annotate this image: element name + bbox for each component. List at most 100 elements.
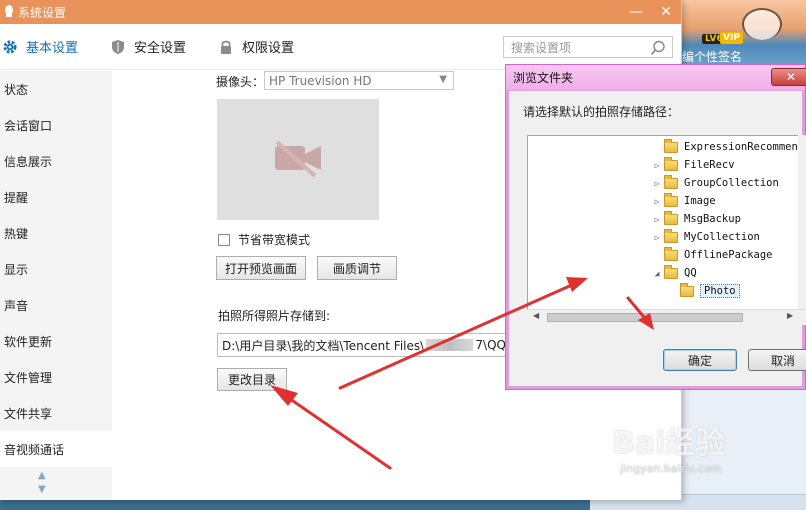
tab-basic-settings[interactable]: 基本设置 xyxy=(2,37,78,56)
watermark: Bai经验 jingyan.baidu.com xyxy=(612,418,725,475)
folder-icon xyxy=(664,264,678,279)
open-preview-button[interactable]: 打开预览画面 xyxy=(216,256,306,280)
chevron-down-icon: ▼ xyxy=(439,74,447,85)
browse-folder-dialog: 浏览文件夹 ✕ 请选择默认的拍照存储路径： ExpressionRecommen… xyxy=(505,64,806,390)
close-button[interactable]: ✕ xyxy=(651,0,681,24)
tree-item[interactable]: ◢ QQ xyxy=(652,264,697,282)
tree-item-label: GroupCollection xyxy=(684,177,779,189)
camera-select[interactable]: HP Truevision HD ▼ xyxy=(264,71,454,90)
sidebar-item-file-sharing[interactable]: 文件共享 xyxy=(0,395,112,431)
tree-item-label: MyCollection xyxy=(684,231,760,243)
tree-item[interactable]: ▷ MsgBackup xyxy=(652,210,741,228)
folder-icon xyxy=(664,174,678,189)
window-title: 系统设置 xyxy=(18,5,67,20)
tree-item[interactable]: ▷ Image xyxy=(652,192,716,210)
scrollbar-thumb[interactable] xyxy=(547,313,743,322)
ok-button[interactable]: 确定 xyxy=(663,349,737,371)
expander-icon[interactable]: ▷ xyxy=(652,233,662,242)
sidebar-item-sound[interactable]: 声音 xyxy=(0,287,112,323)
camera-select-value: HP Truevision HD xyxy=(269,73,372,88)
change-directory-button[interactable]: 更改目录 xyxy=(217,368,287,391)
tree-item[interactable]: ▷ GroupCollection xyxy=(652,174,779,192)
dialog-close-button[interactable]: ✕ xyxy=(771,68,806,86)
tab-label: 权限设置 xyxy=(242,41,295,56)
tree-item-label: FileRecv xyxy=(684,159,735,171)
sidebar-item-display[interactable]: 显示 xyxy=(0,251,112,287)
camera-off-icon xyxy=(271,138,325,181)
tree-item[interactable]: OfflinePackage xyxy=(652,246,773,264)
expander-icon[interactable]: ▷ xyxy=(652,179,662,188)
photo-path-suffix: 7\QQ xyxy=(475,338,506,352)
title-bar: 系统设置 — ✕ xyxy=(0,0,681,24)
tree-item[interactable]: ▷ MyCollection xyxy=(652,228,760,246)
photo-path-field[interactable]: D:\用户目录\我的文档\Tencent Files\ 7\QQ xyxy=(217,333,507,357)
tree-item-label: Image xyxy=(684,195,716,207)
dialog-title: 浏览文件夹 xyxy=(506,65,805,91)
scroll-down-icon[interactable]: ▼ xyxy=(38,483,46,497)
search-placeholder: 搜索设置项 xyxy=(511,40,572,55)
expander-icon[interactable]: ▷ xyxy=(652,215,662,224)
sidebar-item-status[interactable]: 状态 xyxy=(0,71,112,107)
tab-label: 安全设置 xyxy=(134,41,187,56)
shield-icon xyxy=(110,39,126,55)
cancel-button[interactable]: 取消 xyxy=(748,349,806,371)
expander-icon[interactable]: ▷ xyxy=(652,161,662,170)
watermark-brand: Bai经验 xyxy=(612,426,726,461)
sidebar-item-reminder[interactable]: 提醒 xyxy=(0,179,112,215)
desktop-wallpaper: LV62 VIP 编个性签名 xyxy=(682,0,806,64)
scroll-up-icon[interactable]: ▲ xyxy=(38,469,46,483)
tree-vertical-scrollbar[interactable] xyxy=(798,135,806,310)
search-icon[interactable] xyxy=(650,40,666,59)
dialog-prompt: 请选择默认的拍照存储路径： xyxy=(523,105,680,119)
save-bandwidth-label: 节省带宽模式 xyxy=(238,233,311,247)
lock-icon xyxy=(218,39,234,55)
tree-item-label: QQ xyxy=(684,267,697,279)
folder-open-icon xyxy=(680,282,694,297)
scroll-right-icon[interactable]: ▶ xyxy=(787,311,793,320)
tab-label: 基本设置 xyxy=(26,41,79,56)
sidebar-item-av-call[interactable]: 音视频通话 xyxy=(0,431,112,467)
watermark-url: jingyan.baidu.com xyxy=(620,462,722,475)
settings-search-input[interactable]: 搜索设置项 xyxy=(503,36,673,58)
sidebar-scroll-arrows[interactable]: ▲ ▼ xyxy=(38,469,46,497)
sidebar-item-file-management[interactable]: 文件管理 xyxy=(0,359,112,395)
folder-icon xyxy=(664,228,678,243)
expander-icon[interactable]: ▷ xyxy=(652,197,662,206)
folder-icon xyxy=(664,210,678,225)
camera-preview xyxy=(217,99,379,220)
signature-text[interactable]: 编个性签名 xyxy=(682,48,742,65)
quality-adjust-button[interactable]: 画质调节 xyxy=(317,256,397,280)
sidebar-item-hotkeys[interactable]: 热键 xyxy=(0,215,112,251)
save-bandwidth-checkbox[interactable] xyxy=(218,233,230,246)
expander-icon[interactable]: ◢ xyxy=(652,269,662,278)
app-logo-icon xyxy=(4,4,14,20)
folder-tree[interactable]: ExpressionRecommend ▷ FileRecv ▷ GroupCo… xyxy=(527,135,806,325)
tree-item[interactable]: ExpressionRecommend xyxy=(652,138,804,156)
sidebar-item-software-update[interactable]: 软件更新 xyxy=(0,323,112,359)
minimize-button[interactable]: — xyxy=(621,0,651,24)
tab-security-settings[interactable]: 安全设置 xyxy=(110,37,186,56)
tree-item-label: OfflinePackage xyxy=(684,249,773,261)
folder-icon xyxy=(664,156,678,171)
sidebar-item-chat-window[interactable]: 会话窗口 xyxy=(0,107,112,143)
folder-icon xyxy=(664,192,678,207)
scroll-left-icon[interactable]: ◀ xyxy=(533,311,539,320)
photo-path-prefix: D:\用户目录\我的文档\Tencent Files\ xyxy=(222,338,425,353)
tree-item-label: ExpressionRecommend xyxy=(684,141,805,153)
tab-permission-settings[interactable]: 权限设置 xyxy=(218,37,294,56)
camera-label: 摄像头： xyxy=(216,75,265,89)
tree-horizontal-scrollbar[interactable]: ◀ ▶ xyxy=(527,309,806,325)
sidebar-item-info-display[interactable]: 信息展示 xyxy=(0,143,112,179)
tree-item[interactable]: ▷ FileRecv xyxy=(652,156,735,174)
redacted-id xyxy=(426,339,474,351)
tree-item-label: MsgBackup xyxy=(684,213,741,225)
tree-item-selected[interactable]: Photo xyxy=(668,282,740,300)
photo-path-label: 拍照所得照片存储到: xyxy=(218,309,331,323)
settings-sidebar: 状态 会话窗口 信息展示 提醒 热键 显示 声音 软件更新 文件管理 文件共享 … xyxy=(0,71,112,500)
screen: LV62 VIP 编个性签名 系统设置 — ✕ 基本设置 安全设置 权限设置 搜… xyxy=(0,0,806,510)
folder-icon xyxy=(664,246,678,261)
wallpaper-tree xyxy=(742,8,782,40)
folder-icon xyxy=(664,138,678,153)
vip-badge: VIP xyxy=(720,32,743,44)
save-bandwidth-option[interactable]: 节省带宽模式 xyxy=(218,231,310,248)
